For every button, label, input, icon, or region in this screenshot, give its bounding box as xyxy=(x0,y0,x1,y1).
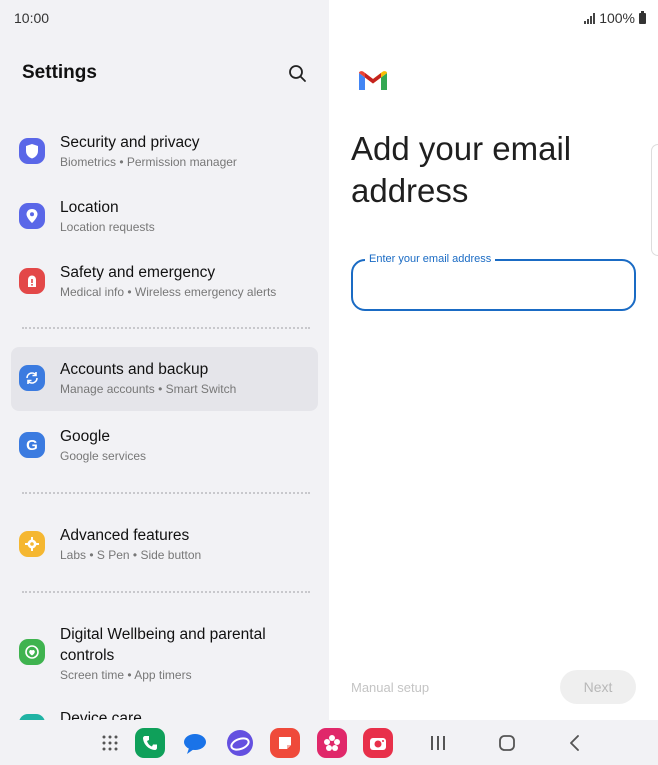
item-subtitle: Labs • S Pen • Side button xyxy=(60,548,202,562)
settings-item-security[interactable]: Security and privacy Biometrics • Permis… xyxy=(11,120,318,184)
messages-app-icon xyxy=(184,734,206,754)
manual-setup-link[interactable]: Manual setup xyxy=(351,680,429,695)
item-title: Accounts and backup xyxy=(60,361,209,378)
gmail-panel: 100% Add your email address Enter your e… xyxy=(329,0,658,720)
page-title: Settings xyxy=(22,62,97,83)
shield-icon xyxy=(19,138,45,164)
item-subtitle: Medical info • Wireless emergency alerts xyxy=(60,285,277,299)
gmail-logo-icon xyxy=(359,71,387,90)
google-icon: G xyxy=(19,432,45,458)
phone-app[interactable] xyxy=(135,728,165,758)
divider xyxy=(22,327,310,329)
item-subtitle: Google services xyxy=(60,449,147,463)
page-heading: Add your email address xyxy=(351,130,572,209)
internet-app-icon xyxy=(227,730,253,756)
gallery-app[interactable] xyxy=(317,728,347,758)
wellbeing-icon xyxy=(19,639,45,665)
messages-app[interactable] xyxy=(180,728,210,758)
next-button[interactable]: Next xyxy=(560,670,636,704)
settings-item-google[interactable]: G Google Google services xyxy=(11,414,318,478)
status-indicators: 100% xyxy=(584,10,646,26)
item-title: Safety and emergency xyxy=(60,264,216,281)
location-pin-icon xyxy=(19,203,45,229)
item-title: Google xyxy=(60,428,110,445)
item-title: Location xyxy=(60,199,119,216)
settings-item-safety[interactable]: Safety and emergency Medical info • Wire… xyxy=(11,250,318,314)
gear-star-icon xyxy=(19,531,45,557)
settings-item-device-care[interactable]: Device care xyxy=(11,698,318,720)
recent-apps-icon xyxy=(431,736,445,750)
item-subtitle: Screen time • App timers xyxy=(60,668,192,682)
camera-app-icon xyxy=(370,738,386,750)
battery-percent: 100% xyxy=(599,10,635,26)
apps-button[interactable] xyxy=(95,728,125,758)
item-subtitle: Biometrics • Permission manager xyxy=(60,155,237,169)
item-subtitle: Location requests xyxy=(60,220,155,234)
settings-item-accounts-backup[interactable]: Accounts and backup Manage accounts • Sm… xyxy=(11,347,318,411)
item-title: Advanced features xyxy=(60,527,190,544)
notes-app[interactable] xyxy=(270,728,300,758)
taskbar xyxy=(0,720,658,765)
divider xyxy=(22,492,310,494)
internet-app[interactable] xyxy=(225,728,255,758)
email-field-label: Enter your email address xyxy=(365,253,496,265)
status-time: 10:00 xyxy=(14,10,50,26)
email-field-container[interactable]: Enter your email address xyxy=(351,253,636,311)
battery-icon xyxy=(639,10,646,24)
recent-apps-button[interactable] xyxy=(423,728,453,758)
divider xyxy=(22,591,310,593)
home-icon xyxy=(499,735,515,751)
sync-icon xyxy=(19,365,45,391)
camera-app[interactable] xyxy=(363,728,393,758)
apps-grid-icon xyxy=(102,735,118,751)
settings-item-advanced-features[interactable]: Advanced features Labs • S Pen • Side bu… xyxy=(11,513,318,577)
item-title: Device care xyxy=(60,710,142,720)
notes-app-icon xyxy=(279,737,291,749)
settings-panel: 10:00 Settings Security and privacy Biom… xyxy=(0,0,329,720)
back-icon xyxy=(570,735,579,751)
item-subtitle: Manage accounts • Smart Switch xyxy=(60,382,237,396)
back-button[interactable] xyxy=(560,728,590,758)
search-icon xyxy=(289,65,306,82)
item-title: Digital Wellbeing and parental controls xyxy=(60,626,266,664)
settings-item-location[interactable]: Location Location requests xyxy=(11,185,318,249)
gallery-app-icon xyxy=(324,735,340,751)
settings-item-digital-wellbeing[interactable]: Digital Wellbeing and parental controls … xyxy=(11,612,318,692)
emergency-icon xyxy=(19,268,45,294)
search-button[interactable] xyxy=(286,62,310,86)
signal-icon xyxy=(584,12,596,24)
phone-app-icon xyxy=(143,736,157,750)
edge-panel-handle[interactable] xyxy=(651,144,658,256)
home-button[interactable] xyxy=(492,728,522,758)
email-input[interactable] xyxy=(367,273,622,297)
item-title: Security and privacy xyxy=(60,134,200,151)
